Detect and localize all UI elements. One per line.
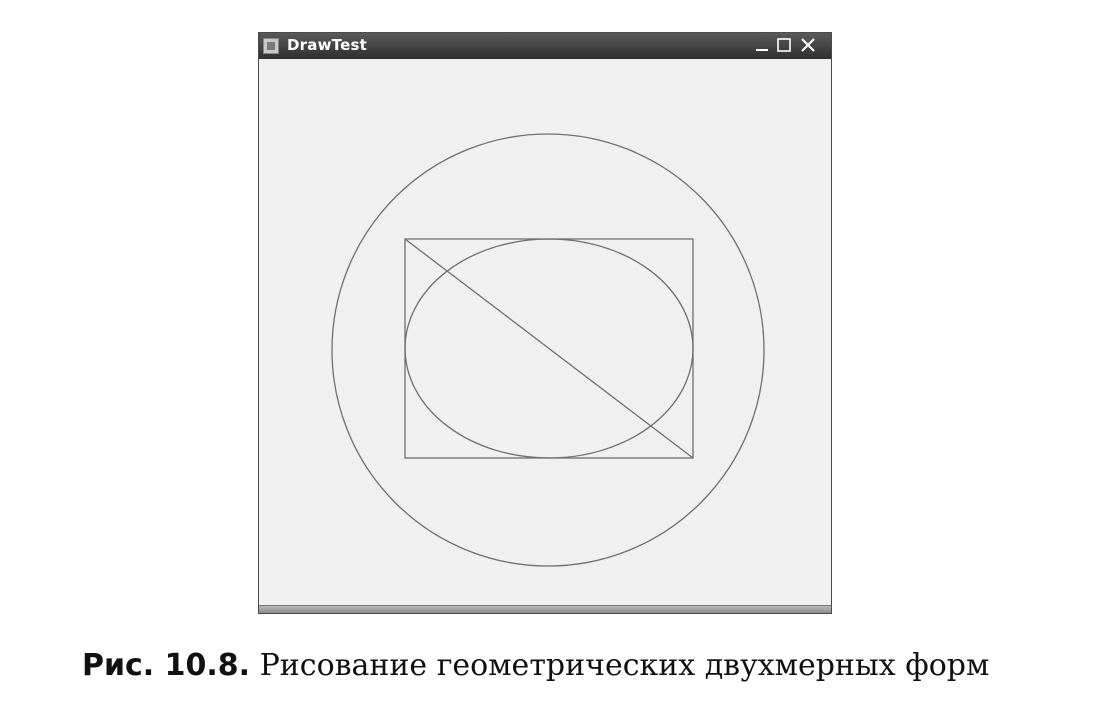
drawing-canvas bbox=[260, 59, 830, 605]
caption-text: Рисование геометрических двухмерных форм bbox=[259, 648, 990, 683]
title-bar[interactable]: DrawTest bbox=[259, 33, 831, 59]
diagonal-line bbox=[404, 238, 694, 459]
close-icon bbox=[801, 38, 815, 52]
window-bottom-border bbox=[259, 605, 831, 613]
window-title: DrawTest bbox=[287, 36, 367, 54]
close-button[interactable] bbox=[799, 36, 817, 54]
figure-caption: Рис. 10.8. Рисование геометрических двух… bbox=[82, 648, 1042, 683]
shapes-drawing bbox=[331, 133, 765, 567]
caption-number: Рис. 10.8. bbox=[82, 648, 251, 683]
minimize-button[interactable] bbox=[753, 36, 771, 54]
app-icon bbox=[263, 38, 279, 54]
minimize-icon bbox=[756, 49, 768, 51]
maximize-button[interactable] bbox=[775, 36, 793, 54]
drawtest-window: DrawTest bbox=[258, 32, 832, 614]
maximize-icon bbox=[777, 38, 791, 52]
outer-circle bbox=[331, 133, 765, 567]
